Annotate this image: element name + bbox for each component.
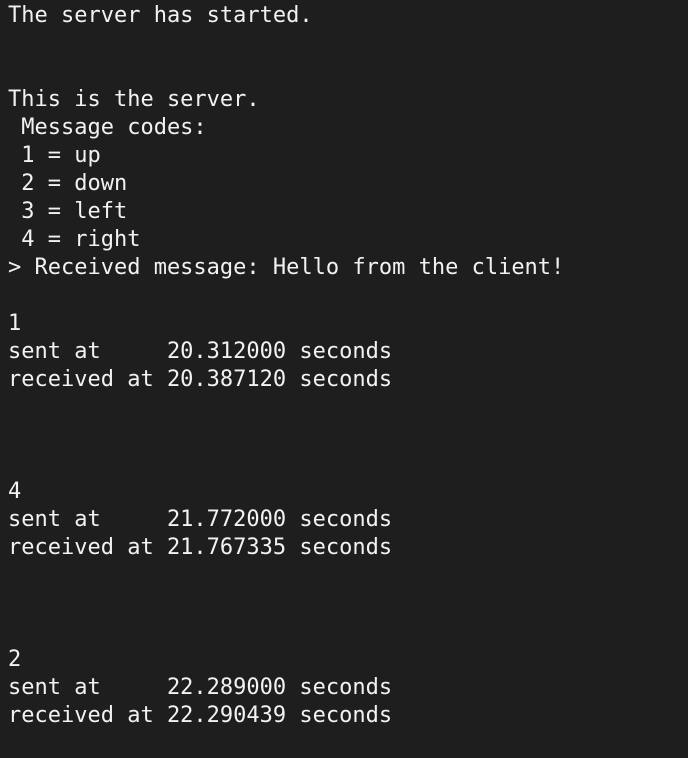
output-line: received at 21.767335 seconds (8, 535, 393, 560)
output-line: sent at 21.772000 seconds (8, 507, 393, 532)
output-line: sent at 22.289000 seconds (8, 675, 393, 700)
output-line: 1 = up (8, 143, 101, 168)
output-line: received at 20.387120 seconds (8, 367, 393, 392)
output-line: Message codes: (8, 115, 207, 140)
output-line: 3 = left (8, 199, 128, 224)
output-line: 1 (8, 311, 22, 336)
output-line: This is the server. (8, 87, 260, 112)
output-line: 4 = right (8, 227, 141, 252)
output-line: 2 (8, 647, 22, 672)
output-line: The server has started. (8, 3, 313, 28)
output-line: 2 = down (8, 171, 128, 196)
terminal-output[interactable]: The server has started. This is the serv… (0, 0, 688, 758)
output-line: sent at 20.312000 seconds (8, 339, 393, 364)
output-line: 4 (8, 479, 22, 504)
output-line: > Received message: Hello from the clien… (8, 255, 565, 280)
output-line: received at 22.290439 seconds (8, 703, 393, 728)
